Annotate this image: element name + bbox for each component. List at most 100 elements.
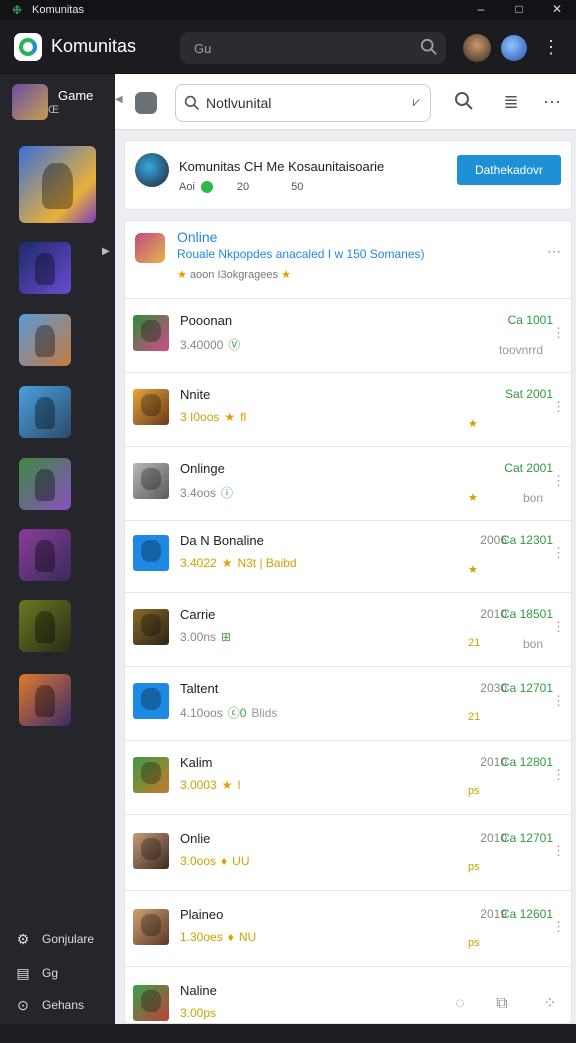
status-badge-icon: ♦ <box>227 930 234 944</box>
search-icon[interactable] <box>453 91 475 113</box>
voice-icon[interactable]: ⩗ <box>413 94 420 110</box>
member-note: bon <box>522 637 543 651</box>
global-search-input[interactable]: Gu <box>180 32 446 64</box>
sidebar-game-sub: Œ <box>48 104 59 116</box>
community-search-input[interactable]: Notlvunital ⩗ <box>175 84 431 122</box>
row-more-icon[interactable]: ⋮ <box>552 767 565 783</box>
close-button[interactable]: ✕ <box>538 0 576 20</box>
member-value: Ca 12801 <box>500 755 553 769</box>
member-avatar <box>133 757 169 793</box>
member-avatar <box>133 609 169 645</box>
member-row[interactable]: Onlie 3.0oos ♦ UU 2010 Ca 12701 ps ⋮ <box>125 817 571 891</box>
member-extra: N3t | Baibd <box>237 556 297 570</box>
member-row[interactable]: Kalim 3.0003 ★ ǀ 2010 Ca 12801 ps ⋮ <box>125 741 571 815</box>
member-row[interactable]: Plaineo 1.30oes ♦ NU 2019 Ca 12601 ps ⋮ <box>125 893 571 967</box>
member-extra: UU <box>232 854 250 868</box>
search-icon[interactable] <box>420 38 438 56</box>
member-name: Carrie <box>180 607 216 622</box>
chat-icon[interactable]: ◌ <box>449 993 471 1015</box>
globe-avatar-icon[interactable] <box>501 35 527 61</box>
member-stats: 3.4022 ★ N3t | Baibd <box>180 556 297 570</box>
member-name: Da N Bonaline <box>180 533 264 548</box>
member-rating-icon: 21 <box>468 711 481 723</box>
main-panel: ◀ Notlvunital ⩗ ≣ ⋯ Komunitas CH Me Kosa… <box>115 74 576 1024</box>
compass-icon: ⊙ <box>17 997 29 1013</box>
community-search-value: Notlvunital <box>206 95 272 111</box>
game-tile-1[interactable] <box>19 146 96 223</box>
member-rating-icon: ★ <box>468 492 478 504</box>
member-row[interactable]: Taltent 4.10oos ⓒ0 Blids 2030 Ca 12701 21 ⋮ <box>125 667 571 741</box>
game-tile-6[interactable] <box>19 529 71 581</box>
member-avatar <box>133 985 169 1021</box>
online-status-icon <box>200 181 213 193</box>
featured-title: Komunitas CH Me Kosaunitaisoarie <box>179 159 385 174</box>
row-more-icon[interactable]: ⋮ <box>552 473 565 489</box>
maximize-button[interactable]: □ <box>500 0 538 20</box>
member-value: Sat 2001 <box>504 387 553 401</box>
member-value: Ca 12701 <box>500 831 553 845</box>
collapse-sidebar-icon[interactable]: ◀ <box>115 94 123 105</box>
row-more-icon[interactable]: ⋮ <box>552 843 565 859</box>
row-more-icon[interactable]: ⋮ <box>552 619 565 635</box>
game-tile-7[interactable] <box>19 600 71 652</box>
member-stats: 3.00ns ⊞ <box>180 630 231 644</box>
back-icon[interactable] <box>135 92 157 114</box>
member-count: 3.00ps <box>180 1006 217 1020</box>
row-more-icon[interactable]: ⋮ <box>552 693 565 709</box>
game-tile-8[interactable] <box>19 674 71 726</box>
sidebar-item-label: Gonjulare <box>42 932 95 946</box>
member-count: 3.0003 <box>180 778 217 792</box>
star-icon: ★ <box>177 269 190 281</box>
minimize-button[interactable]: – <box>462 0 500 20</box>
member-count: 3.0oos <box>180 854 217 868</box>
member-stats: 3.00ps <box>180 1006 216 1020</box>
row-more-icon[interactable]: ⋮ <box>552 325 565 341</box>
share-icon[interactable]: ⧉ <box>491 993 513 1015</box>
game-tile-4[interactable] <box>19 386 71 438</box>
member-name: Kalim <box>180 755 213 770</box>
row-more-icon[interactable]: ⋮ <box>552 919 565 935</box>
user-avatar[interactable] <box>463 34 491 62</box>
member-name: Pooonan <box>180 313 233 328</box>
sidebar-item-docs[interactable]: ▤ Gg <box>14 964 58 982</box>
member-value: Ca 12701 <box>500 681 553 695</box>
status-badge-icon: Ⓥ <box>228 338 241 352</box>
group-icon <box>135 233 165 263</box>
member-value: Ca 12601 <box>500 907 553 921</box>
status-badge-icon: ★ <box>221 556 233 570</box>
row-more-icon[interactable]: ⋮ <box>552 545 565 561</box>
member-avatar <box>133 389 169 425</box>
apps-icon[interactable]: ⁘ <box>539 993 561 1015</box>
window-controls: – □ ✕ <box>462 0 576 20</box>
document-icon: ▤ <box>16 965 30 981</box>
member-row[interactable]: Da N Bonaline 3.4022 ★ N3t | Baibd 2006 Ca 12… <box>125 519 571 593</box>
member-rating-icon: ps <box>468 785 480 797</box>
member-row[interactable]: Nnite 3 I0oos ★ fl Sat 2001 ★ ⋮ <box>125 373 571 447</box>
group-more-icon[interactable]: ⋯ <box>547 243 561 260</box>
featured-cta-button[interactable]: Dathekadovr <box>457 155 561 185</box>
sidebar-item-explore[interactable]: ⊙ Gehans <box>14 996 84 1014</box>
member-row[interactable]: Onlinge 3.4oos ⓘ Cat 2001 bon ★ ⋮ <box>125 447 571 521</box>
game-tile-5[interactable] <box>19 458 71 510</box>
game-tile-3[interactable] <box>19 314 71 366</box>
member-row[interactable]: Pooonan 3.40000 Ⓥ Ca 1001 toovnrrd ⋮ <box>125 299 571 373</box>
row-more-icon[interactable]: ⋮ <box>552 399 565 415</box>
gear-icon: ⚙ <box>16 931 30 947</box>
sidebar-game-section[interactable]: Game Œ <box>12 84 93 120</box>
sidebar-item-settings[interactable]: ⚙ Gonjulare <box>14 930 94 948</box>
group-header[interactable]: Online Rouale Nkpopdes anacaled I w 150 … <box>125 221 571 299</box>
more-menu-icon[interactable]: ⋮ <box>542 38 560 56</box>
member-avatar <box>133 683 169 719</box>
status-badge-icon: ⓘ <box>221 486 234 500</box>
more-horizontal-icon[interactable]: ⋯ <box>541 91 563 113</box>
member-row[interactable]: Carrie 3.00ns ⊞ 2010 Ca 18501 bon 21 ⋮ <box>125 593 571 667</box>
member-count: 3 I0oos <box>180 410 220 424</box>
group-meta: ★ aoon I3okgragees ★ <box>177 268 291 281</box>
sidebar-expand-arrow-icon[interactable]: ▶ <box>102 246 110 257</box>
game-tile-2[interactable] <box>19 242 71 294</box>
member-value: Ca 12301 <box>500 533 553 547</box>
list-view-icon[interactable]: ≣ <box>500 91 522 113</box>
featured-community-card[interactable]: Komunitas CH Me Kosaunitaisoarie Aoi 20 … <box>124 140 572 210</box>
game-thumbnail <box>12 84 48 120</box>
member-extra: fl <box>240 410 247 424</box>
